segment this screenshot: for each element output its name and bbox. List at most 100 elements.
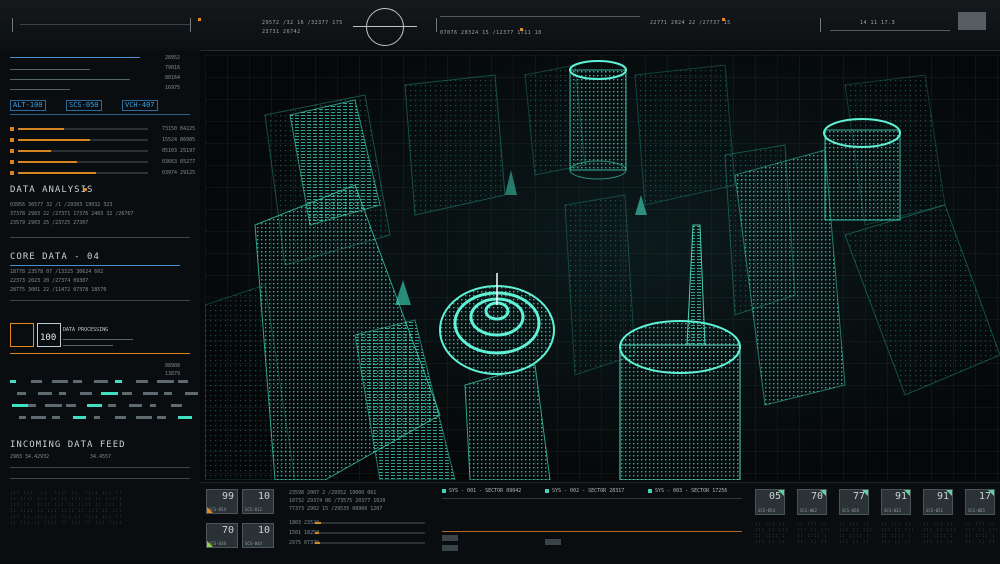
- sector-gauge-tile[interactable]: 91 SCS-051: [923, 489, 953, 515]
- top-rule: [20, 24, 190, 25]
- section-rule: [10, 237, 190, 238]
- sector-label[interactable]: SYS - 002 - SECTOR 28317: [545, 488, 624, 494]
- bottom-bar: [315, 532, 425, 534]
- ruler-tick: [12, 18, 13, 32]
- processing-value: 100: [40, 333, 57, 343]
- core-data-title: CORE DATA - 04: [10, 252, 100, 262]
- metric-tile[interactable]: 10 SCS-012: [242, 489, 274, 514]
- left-data-panel: 28952 79016 80164 16975 ALT-100 SCS-050 …: [0, 50, 200, 563]
- gauge-value: 91: [936, 491, 949, 502]
- stat-value: 80164: [165, 75, 181, 81]
- sector-gauge-tile[interactable]: 91 SCS-033: [881, 489, 911, 515]
- gauge-matrix: :: ::: :: ::: :: ::: :: :::: : ::: :: ::: [965, 521, 1000, 544]
- data-analysis-title: DATA ANALYSIS: [10, 185, 94, 195]
- top-readout: 23731 26742: [262, 29, 301, 35]
- core-line: 18778 23578 07 /13325 30624 602: [10, 269, 104, 275]
- status-chip[interactable]: VCH-407: [122, 100, 158, 111]
- gauge-matrix: :: ::: :: ::: :: ::: :: :::: : ::: :: ::: [839, 521, 874, 544]
- sector-toggle[interactable]: [442, 535, 458, 541]
- data-bar: [18, 139, 148, 141]
- bottom-readout: 77373 2902 15 /29535 08960 1207: [289, 506, 383, 512]
- header-rule: [10, 57, 140, 58]
- bar-code: 05103 25197: [162, 148, 196, 154]
- bottom-bar: [315, 522, 425, 524]
- data-matrix: ::: ::: :: :::: :: :::: ::: :: :: :::: :…: [10, 490, 123, 525]
- processing-icon: [10, 323, 34, 347]
- sector-gauge-tile[interactable]: 70 SCS-062: [797, 489, 827, 515]
- building: [354, 319, 456, 480]
- bar-code: 03974 29125: [162, 170, 196, 176]
- top-readout: 29572 /32 16 /32377 175: [262, 20, 343, 26]
- sector-toggle[interactable]: [545, 539, 561, 545]
- sector-gauge-tile[interactable]: 77 SCS-050: [839, 489, 869, 515]
- status-chip[interactable]: ALT-100: [10, 100, 46, 111]
- chip-rule: [10, 114, 190, 115]
- gauge-code: SCS-050: [842, 508, 859, 513]
- sector-progress: [442, 531, 742, 532]
- cylinder-tower: [569, 60, 627, 180]
- ruler-tick: [820, 18, 821, 32]
- bottom-readout: 10732 29374 06 /73575 20377 1020: [289, 498, 386, 504]
- building: [844, 204, 1000, 396]
- stat-value: 16975: [165, 85, 181, 91]
- processing-rule: [63, 345, 113, 346]
- processing-label: DATA PROCESSING: [63, 327, 109, 333]
- stat-value: 79016: [165, 65, 181, 71]
- gauge-matrix: :: ::: :: ::: :: ::: :: :::: : ::: :: ::: [923, 521, 958, 544]
- sector-toggle[interactable]: [442, 545, 458, 551]
- metric-value: 99: [221, 491, 234, 502]
- status-chip[interactable]: SCS-050: [66, 100, 102, 111]
- processing-progress: [10, 353, 190, 354]
- metric-code: SCS-054: [209, 507, 226, 512]
- sector-label[interactable]: SYS - 003 - SECTOR 17256: [648, 488, 727, 494]
- cylinder-tower: [619, 224, 741, 480]
- building: [634, 64, 736, 206]
- top-rule: [830, 30, 950, 31]
- gauge-value: 77: [852, 491, 865, 502]
- metric-value: 70: [221, 525, 234, 536]
- metric-code: SCS-044: [245, 541, 262, 546]
- processing-gauge[interactable]: 100: [37, 323, 61, 347]
- bottom-telemetry-panel: 99 SCS-054 10 SCS-012 70 SCS-038 10 SCS-…: [200, 482, 1000, 564]
- top-control-button[interactable]: [958, 12, 986, 30]
- core-line: 22373 2023 20 /27374 09307: [10, 278, 89, 284]
- feed-line: 2903 34.42932: [10, 454, 50, 460]
- bottom-bar: [315, 542, 425, 544]
- metric-code: SCS-012: [245, 507, 262, 512]
- bar-marker: [10, 160, 14, 164]
- section-rule: [10, 478, 190, 479]
- stat-value: 28952: [165, 55, 181, 61]
- section-rule: [10, 467, 190, 468]
- gauge-code: SCS-054: [758, 508, 775, 513]
- incoming-feed-title: INCOMING DATA FEED: [10, 440, 126, 450]
- data-bar: [18, 172, 148, 174]
- bar-code: 73150 84225: [162, 126, 196, 132]
- gauge-value: 70: [810, 491, 823, 502]
- section-rule: [10, 300, 190, 301]
- gauge-value: 91: [894, 491, 907, 502]
- sector-rule: [442, 498, 742, 499]
- sector-gauge-tile[interactable]: 05 SCS-054: [755, 489, 785, 515]
- header-rule: [10, 79, 130, 80]
- gauge-code: SCS-065: [968, 508, 985, 513]
- domed-tower: [439, 273, 555, 480]
- sector-label[interactable]: SYS - 001 - SECTOR 09042: [442, 488, 521, 494]
- sector-gauge-tile[interactable]: 17 SCS-065: [965, 489, 995, 515]
- top-readout: 07076 20324 15 /12377 1711 10: [440, 30, 542, 36]
- status-indicator: [198, 18, 201, 21]
- gauge-matrix: :: ::: :: ::: :: ::: :: :::: : ::: :: ::: [881, 521, 916, 544]
- metric-tile[interactable]: 99 SCS-054: [206, 489, 238, 514]
- gauge-code: SCS-051: [926, 508, 943, 513]
- holographic-city-viewport[interactable]: [205, 55, 1000, 480]
- building: [404, 74, 506, 216]
- status-indicator: [84, 188, 87, 191]
- metric-tile[interactable]: 10 SCS-044: [242, 523, 274, 548]
- top-status-bar: 29572 /32 16 /32377 175 23731 26742 0707…: [0, 0, 1000, 51]
- header-rule: [10, 69, 90, 70]
- metric-tile[interactable]: 70 SCS-038: [206, 523, 238, 548]
- feed-line: 34.4557: [90, 454, 112, 460]
- processing-rule: [63, 339, 133, 340]
- section-rule: [10, 265, 180, 266]
- spire: [505, 170, 517, 195]
- targeting-reticle-icon[interactable]: [353, 8, 417, 46]
